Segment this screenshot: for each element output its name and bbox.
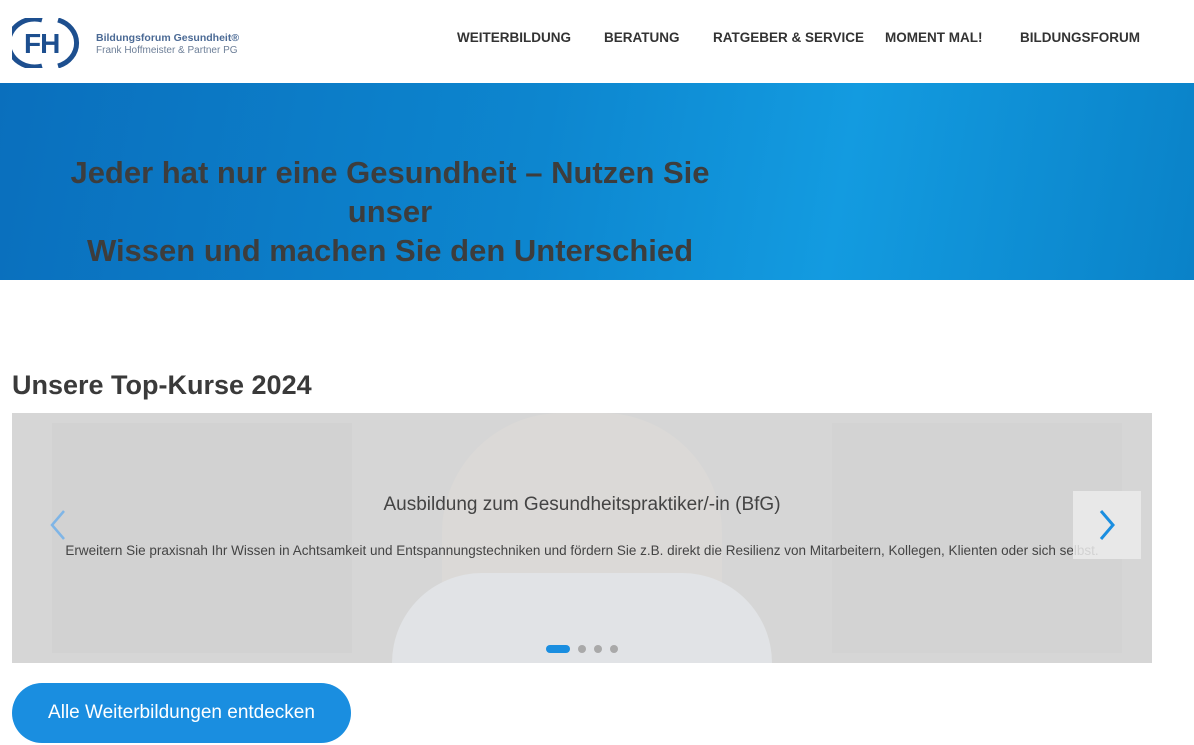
slide-description: Erweitern Sie praxisnah Ihr Wissen in Ac… [65, 543, 1099, 558]
nav-item-weiterbildung[interactable]: WEITERBILDUNG [457, 30, 571, 45]
carousel-dot-2[interactable] [578, 645, 586, 653]
main-nav: WEITERBILDUNG BERATUNG RATGEBER & SERVIC… [0, 30, 1194, 50]
carousel-prev-button[interactable] [24, 491, 92, 559]
slide-overlay [12, 413, 1152, 663]
courses-heading: Unsere Top-Kurse 2024 [12, 370, 312, 400]
carousel-dot-1[interactable] [546, 645, 570, 653]
chevron-right-icon [1099, 510, 1115, 540]
chevron-left-icon [50, 510, 65, 540]
hero-title-line2: Wissen und machen Sie den Unterschied [86, 233, 694, 268]
site-header: FH Bildungsforum Gesundheit® Frank Hoffm… [0, 0, 1194, 83]
carousel-dot-4[interactable] [610, 645, 618, 653]
hero-banner: Jeder hat nur eine Gesundheit – Nutzen S… [0, 83, 1194, 280]
hero-title-line1: Jeder hat nur eine Gesundheit – Nutzen S… [70, 155, 710, 229]
slide-title[interactable]: Ausbildung zum Gesundheitspraktiker/-in … [12, 494, 1152, 516]
nav-item-moment-mal[interactable]: MOMENT MAL! [885, 30, 982, 45]
nav-item-ratgeber-service[interactable]: RATGEBER & SERVICE [713, 30, 864, 45]
nav-item-beratung[interactable]: BERATUNG [604, 30, 680, 45]
course-carousel: Ausbildung zum Gesundheitspraktiker/-in … [12, 413, 1152, 663]
all-courses-button[interactable]: Alle Weiterbildungen entdecken [12, 683, 351, 743]
carousel-dot-3[interactable] [594, 645, 602, 653]
nav-item-bildungsforum[interactable]: BILDUNGSFORUM [1020, 30, 1140, 45]
hero-title: Jeder hat nur eine Gesundheit – Nutzen S… [30, 153, 750, 270]
carousel-next-button[interactable] [1073, 491, 1141, 559]
